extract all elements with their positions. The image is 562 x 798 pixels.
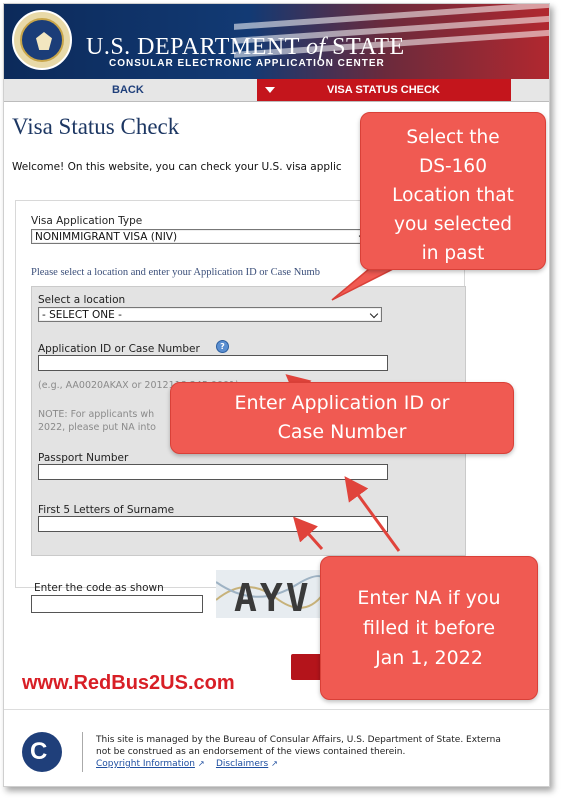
callout-enter-na: Enter NA if you filled it before Jan 1, … bbox=[320, 556, 538, 700]
external-link-icon: ↗ bbox=[271, 759, 278, 768]
page-footer: C This site is managed by the Bureau of … bbox=[4, 709, 549, 786]
watermark-text: www.RedBus2US.com bbox=[22, 672, 235, 694]
disclaimers-link[interactable]: Disclaimers bbox=[216, 759, 268, 769]
footer-line-1: This site is managed by the Bureau of Co… bbox=[96, 735, 501, 745]
callout-application-id: Enter Application ID or Case Number bbox=[170, 382, 514, 454]
copyright-link[interactable]: Copyright Information bbox=[96, 759, 195, 769]
footer-line-2: not be construed as an endorsement of th… bbox=[96, 747, 406, 757]
footer-divider bbox=[82, 732, 83, 772]
browser-frame: U.S. DEPARTMENT of STATE CONSULAR ELECTR… bbox=[3, 3, 550, 787]
external-link-icon: ↗ bbox=[197, 759, 205, 768]
consular-affairs-logo: C bbox=[22, 732, 62, 772]
callout-location: Select the DS-160 Location that you sele… bbox=[360, 112, 546, 270]
footer-text: This site is managed by the Bureau of Co… bbox=[96, 734, 549, 770]
